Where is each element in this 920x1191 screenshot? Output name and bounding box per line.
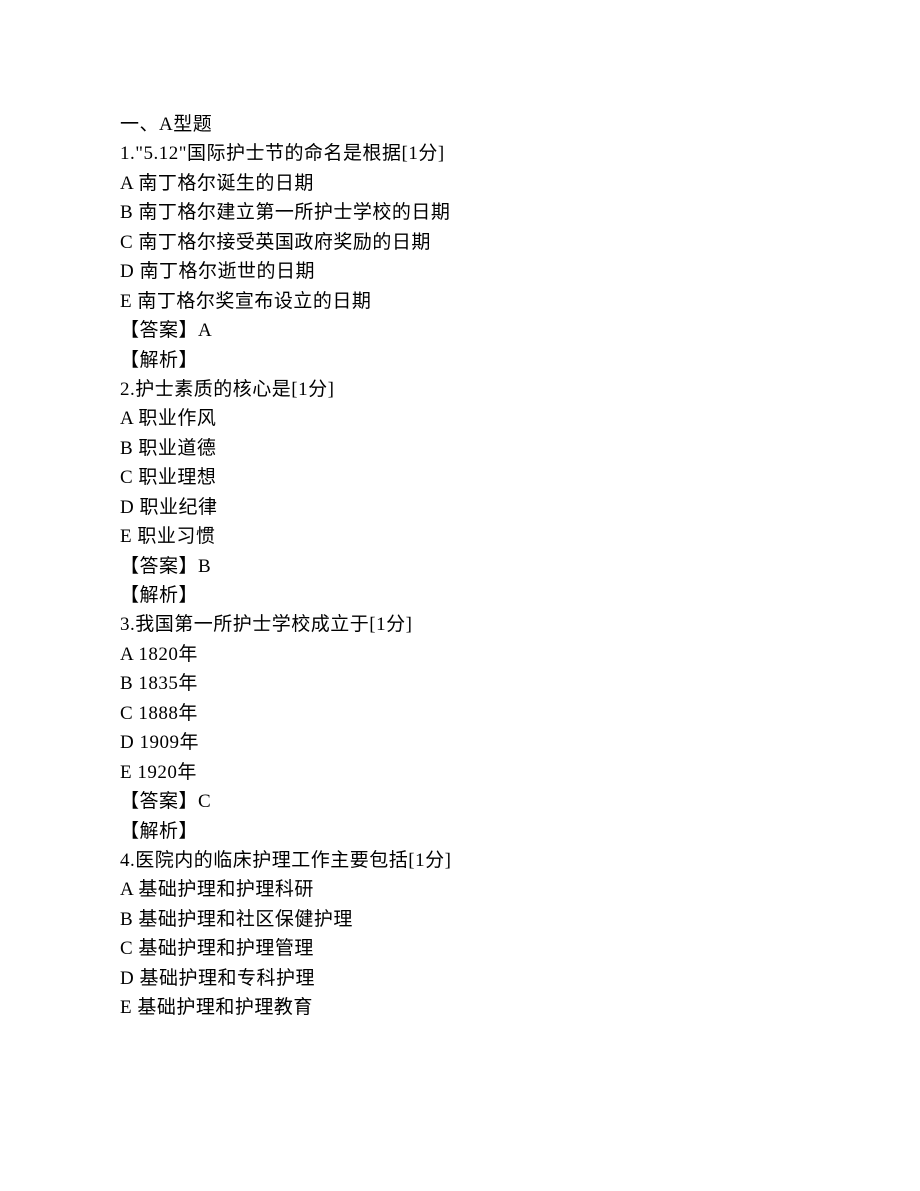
question-answer: 【答案】A [120, 316, 920, 345]
question-stem: 4.医院内的临床护理工作主要包括[1分] [120, 846, 920, 875]
question-answer: 【答案】C [120, 787, 920, 816]
question-analysis: 【解析】 [120, 346, 920, 375]
page-content: 一、A型题 1."5.12"国际护士节的命名是根据[1分] A 南丁格尔诞生的日… [0, 0, 920, 1023]
question-stem: 1."5.12"国际护士节的命名是根据[1分] [120, 139, 920, 168]
question-option: B 职业道德 [120, 434, 920, 463]
question-stem: 3.我国第一所护士学校成立于[1分] [120, 610, 920, 639]
question-analysis: 【解析】 [120, 817, 920, 846]
question-option: D 基础护理和专科护理 [120, 964, 920, 993]
question-option: B 南丁格尔建立第一所护士学校的日期 [120, 198, 920, 227]
question-option: B 1835年 [120, 669, 920, 698]
question-option: D 1909年 [120, 728, 920, 757]
question-stem: 2.护士素质的核心是[1分] [120, 375, 920, 404]
question-option: C 基础护理和护理管理 [120, 934, 920, 963]
question-option: A 基础护理和护理科研 [120, 875, 920, 904]
question-option: C 南丁格尔接受英国政府奖励的日期 [120, 228, 920, 257]
question-option: E 南丁格尔奖宣布设立的日期 [120, 287, 920, 316]
question-option: C 职业理想 [120, 463, 920, 492]
question-option: D 南丁格尔逝世的日期 [120, 257, 920, 286]
question-option: E 职业习惯 [120, 522, 920, 551]
question-answer: 【答案】B [120, 552, 920, 581]
question-analysis: 【解析】 [120, 581, 920, 610]
question-option: B 基础护理和社区保健护理 [120, 905, 920, 934]
question-option: E 1920年 [120, 758, 920, 787]
question-option: D 职业纪律 [120, 493, 920, 522]
question-option: A 南丁格尔诞生的日期 [120, 169, 920, 198]
question-option: A 职业作风 [120, 404, 920, 433]
section-header: 一、A型题 [120, 110, 920, 139]
question-option: C 1888年 [120, 699, 920, 728]
question-option: A 1820年 [120, 640, 920, 669]
question-option: E 基础护理和护理教育 [120, 993, 920, 1022]
